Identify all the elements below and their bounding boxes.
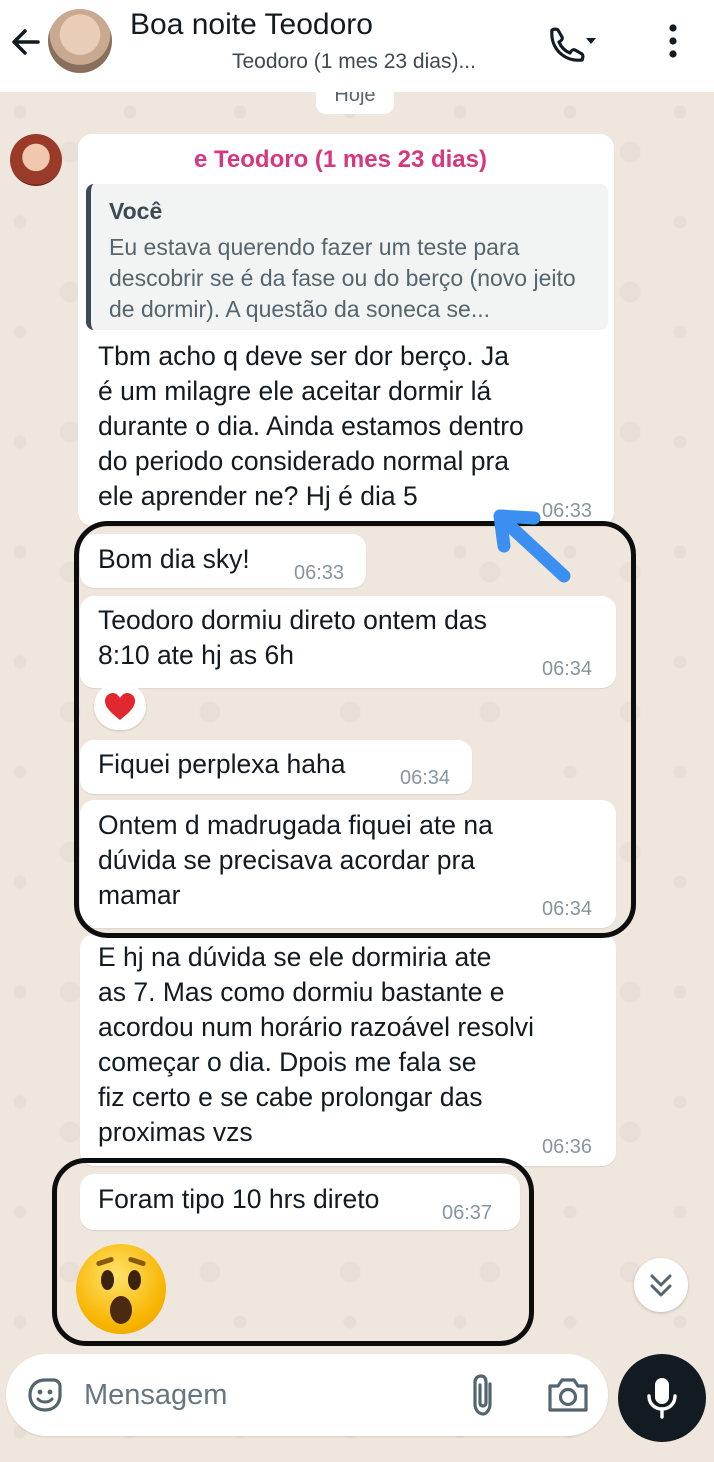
highlight-outline <box>52 1158 534 1346</box>
sender-avatar[interactable] <box>10 134 62 186</box>
message-sender-name[interactable]: e Teodoro (1 mes 23 dias) <box>194 146 487 174</box>
sticker-icon[interactable] <box>24 1374 66 1416</box>
chat-subtitle[interactable]: Teodoro (1 mes 23 dias)... <box>232 50 476 74</box>
quote-author: Você <box>109 198 163 224</box>
call-icon[interactable] <box>544 22 602 62</box>
quote-text: Eu estava querendo fazer um teste para d… <box>109 234 576 322</box>
message-text: E hj na dúvida se ele dormiria ate as 7.… <box>98 942 534 1147</box>
back-arrow-icon[interactable] <box>6 22 46 62</box>
message-input[interactable] <box>84 1372 444 1418</box>
message-text: Tbm acho q deve ser dor berço. Ja é um m… <box>98 341 524 511</box>
chat-title[interactable]: Boa noite Teodoro <box>130 8 373 42</box>
quoted-message[interactable]: Você Eu estava querendo fazer um teste p… <box>86 184 608 330</box>
scroll-to-bottom-icon[interactable] <box>634 1258 688 1312</box>
annotation-arrow-icon <box>490 500 580 592</box>
more-options-icon[interactable] <box>660 22 686 62</box>
message-input-bar <box>6 1354 608 1436</box>
microphone-button-icon[interactable] <box>618 1354 706 1442</box>
chat-header: Boa noite Teodoro Teodoro (1 mes 23 dias… <box>0 0 714 92</box>
contact-avatar[interactable] <box>48 9 112 73</box>
camera-icon[interactable] <box>546 1374 590 1416</box>
message-time: 06:36 <box>542 1136 593 1158</box>
attach-icon[interactable] <box>466 1372 500 1418</box>
